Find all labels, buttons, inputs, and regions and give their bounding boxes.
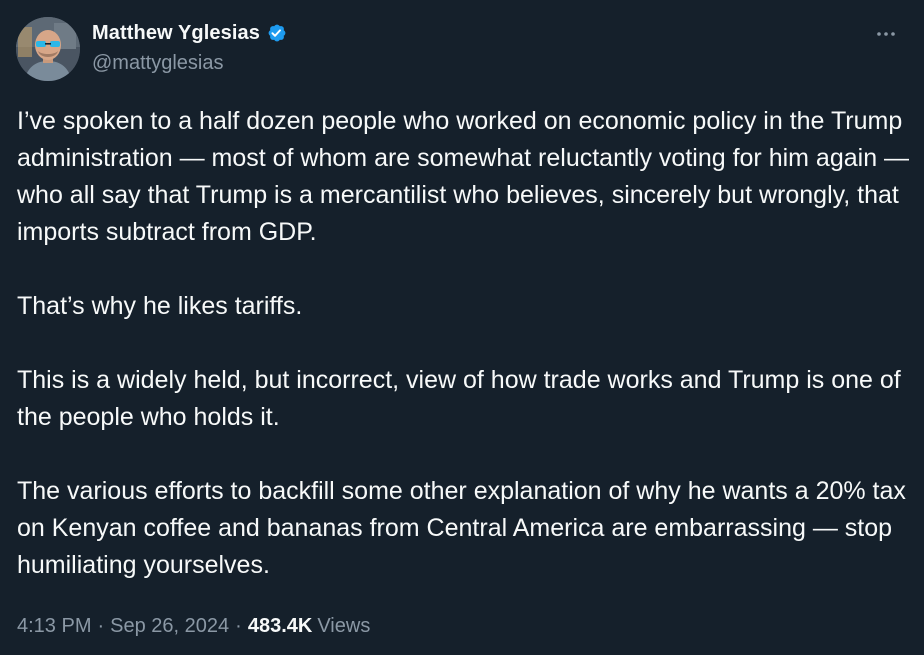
- profile-photo-icon: [16, 17, 80, 81]
- tweet-paragraph: That’s why he likes tariffs.: [17, 292, 303, 320]
- views-count[interactable]: 483.4K: [248, 615, 313, 638]
- tweet-time[interactable]: 4:13 PM: [17, 615, 91, 638]
- avatar[interactable]: [16, 17, 80, 81]
- tweet-paragraph: The various efforts to backfill some oth…: [17, 477, 906, 579]
- tweet-metadata: 4:13 PM · Sep 26, 2024 · 483.4K Views: [17, 615, 370, 638]
- tweet-paragraph: I’ve spoken to a half dozen people who w…: [17, 107, 910, 246]
- verified-badge-icon[interactable]: [266, 22, 288, 44]
- tweet-date[interactable]: Sep 26, 2024: [110, 615, 229, 638]
- author-display-name[interactable]: Matthew Yglesias: [92, 22, 260, 45]
- tweet-card: Matthew Yglesias @mattyglesias I’ve spok…: [0, 0, 924, 655]
- separator: ·: [97, 615, 105, 637]
- views-label[interactable]: Views: [317, 615, 370, 638]
- author-name-row[interactable]: Matthew Yglesias: [92, 21, 288, 45]
- tweet-text: I’ve spoken to a half dozen people who w…: [17, 103, 912, 584]
- tweet-paragraph: This is a widely held, but incorrect, vi…: [17, 366, 901, 431]
- author-handle[interactable]: @mattyglesias: [92, 52, 223, 75]
- more-horizontal-icon[interactable]: [874, 22, 898, 46]
- separator: ·: [235, 615, 242, 637]
